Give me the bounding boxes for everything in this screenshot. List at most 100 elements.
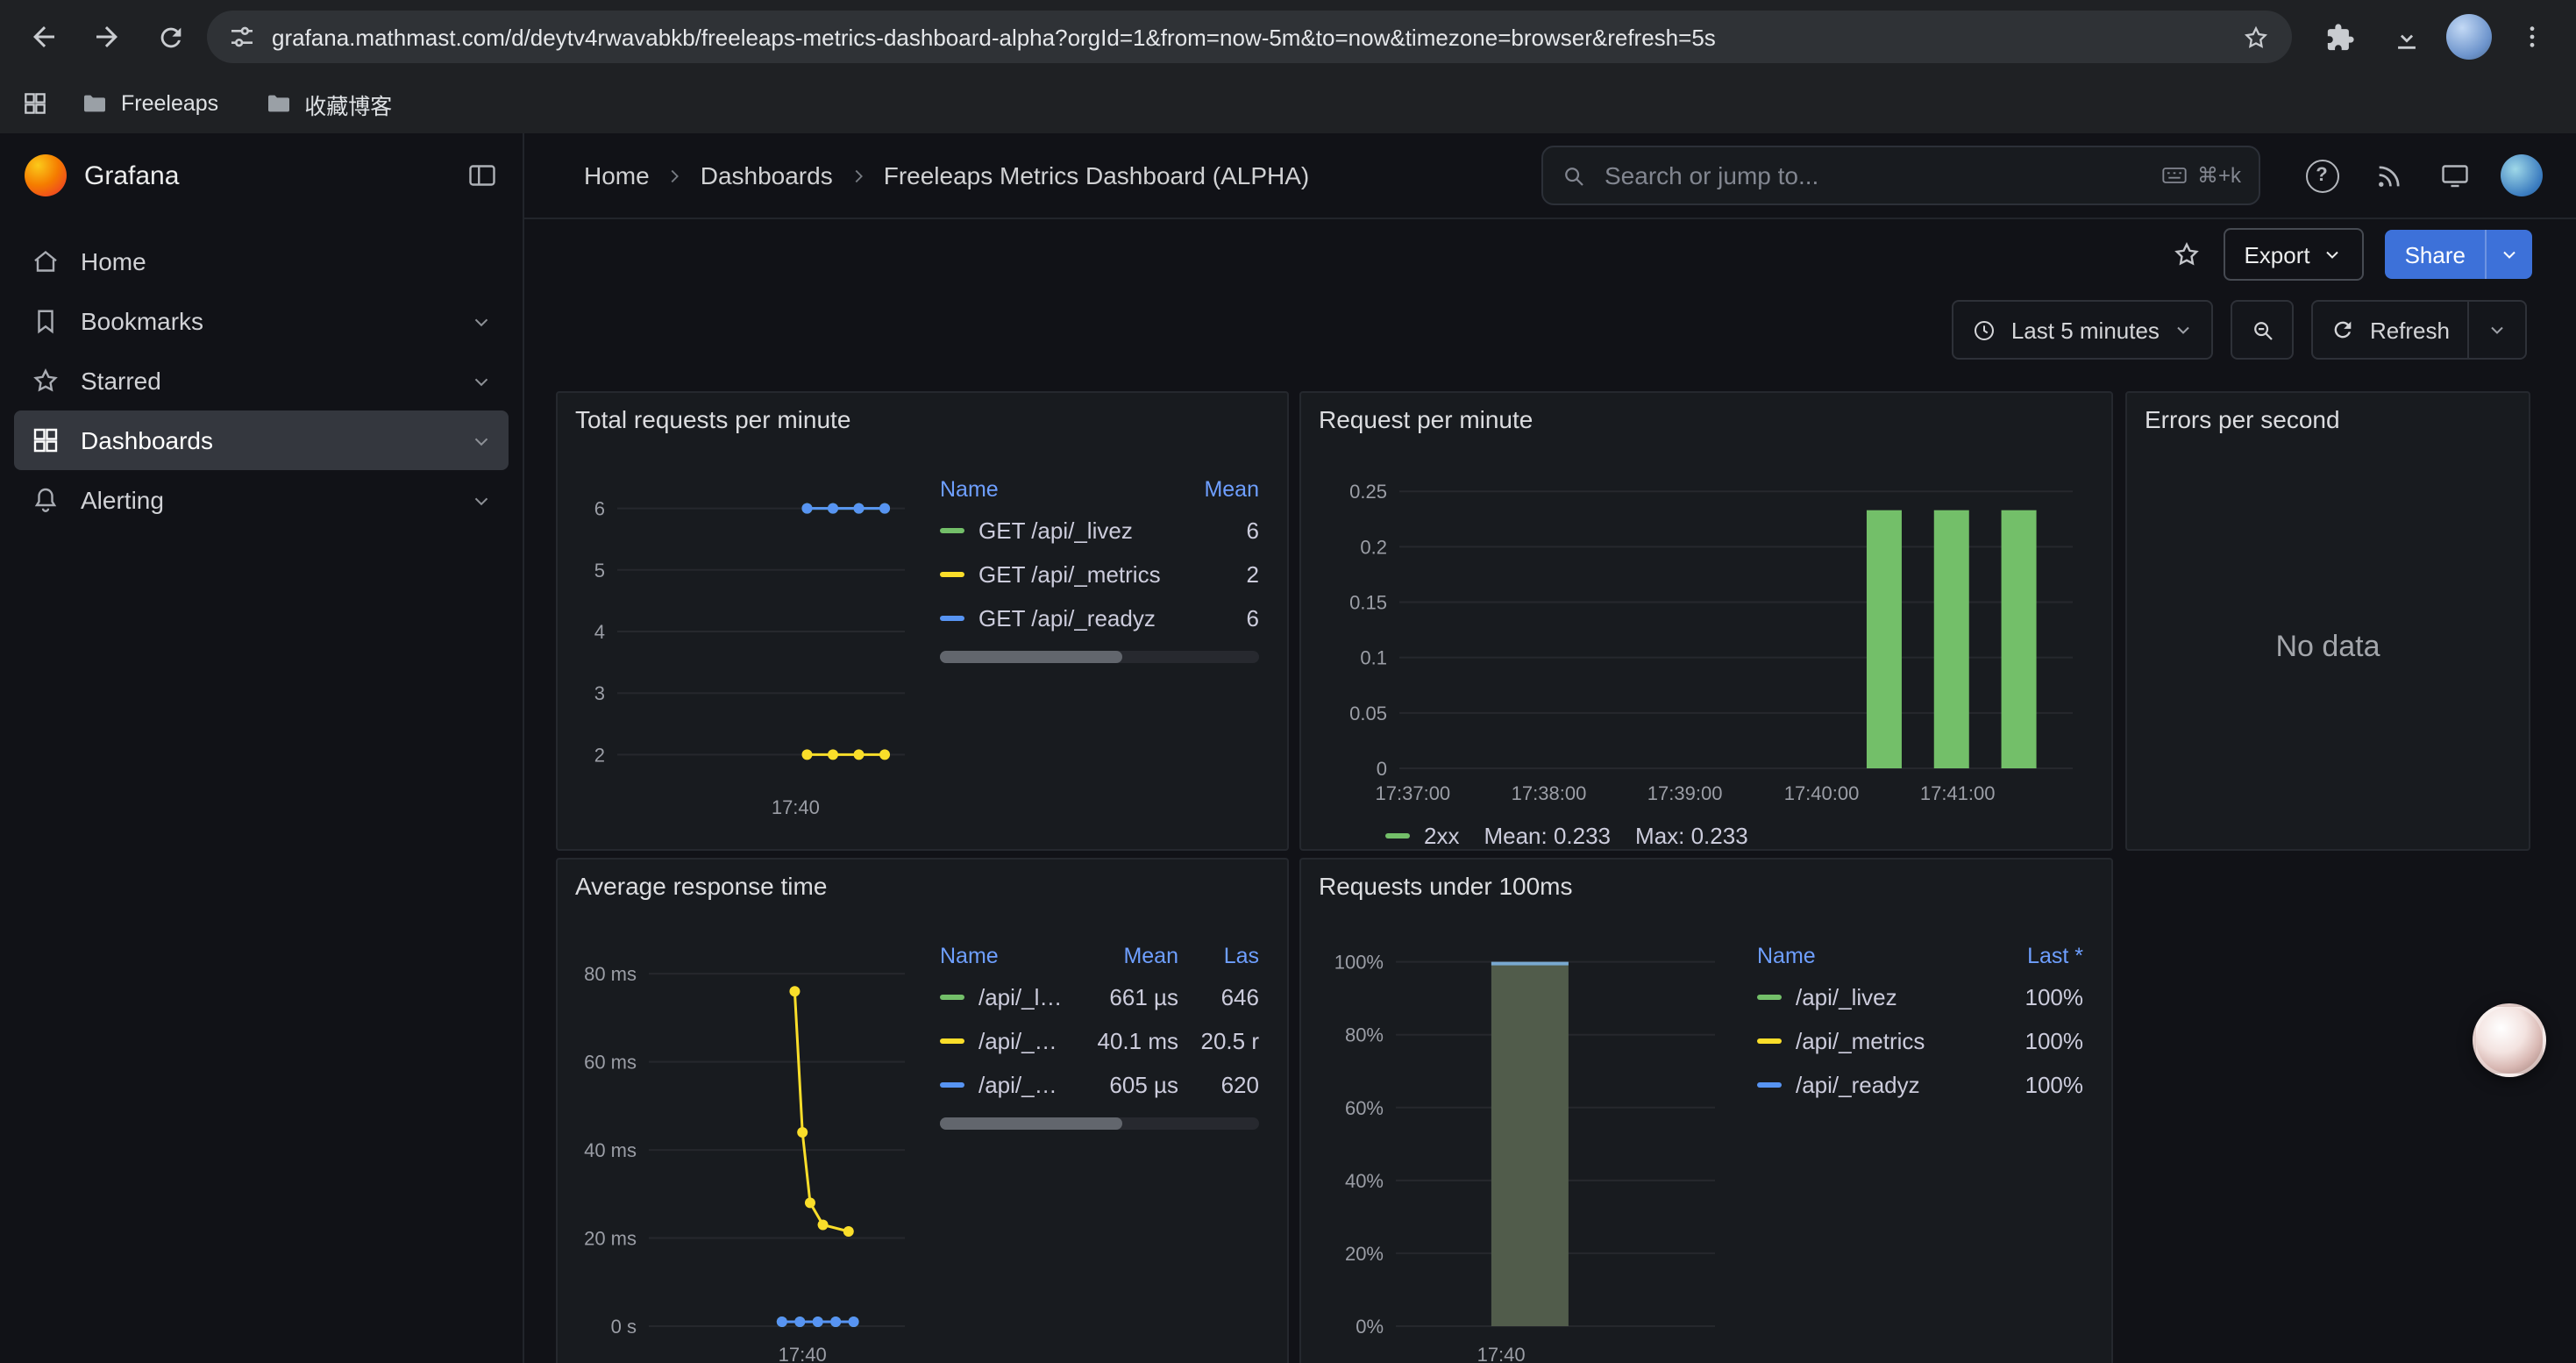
- header-icons: ?: [2274, 146, 2551, 205]
- news-button[interactable]: [2359, 146, 2418, 205]
- legend-col-name[interactable]: Name: [1757, 944, 1992, 968]
- series-name[interactable]: /api/_metrics: [1796, 1028, 1992, 1054]
- svg-text:17:38:00: 17:38:00: [1512, 782, 1587, 804]
- export-button[interactable]: Export: [2223, 228, 2364, 281]
- sidebar-toggle-button[interactable]: [466, 160, 498, 191]
- panel-title[interactable]: Request per minute: [1301, 393, 2111, 446]
- zoom-out-button[interactable]: [2231, 300, 2295, 360]
- browser-menu-button[interactable]: [2506, 11, 2558, 63]
- back-button[interactable]: [18, 11, 70, 63]
- series-name[interactable]: 2xx: [1424, 823, 1459, 849]
- downloads-button[interactable]: [2380, 11, 2432, 63]
- timeseries-chart[interactable]: 6543217:40: [572, 456, 915, 828]
- time-range-label: Last 5 minutes: [2011, 317, 2160, 343]
- svg-text:60 ms: 60 ms: [584, 1052, 637, 1074]
- legend-scrollbar[interactable]: [940, 1117, 1259, 1130]
- svg-text:17:40: 17:40: [1477, 1344, 1526, 1363]
- apps-grid-button[interactable]: [21, 89, 49, 118]
- search-input[interactable]: [1601, 160, 2146, 191]
- svg-text:6: 6: [594, 498, 605, 520]
- sidebar-item-home[interactable]: Home: [14, 232, 509, 291]
- help-icon: ?: [2305, 159, 2338, 192]
- sidebar-item-starred[interactable]: Starred: [14, 351, 509, 410]
- svg-text:40 ms: 40 ms: [584, 1139, 637, 1161]
- time-range-picker[interactable]: Last 5 minutes: [1952, 300, 2214, 360]
- grafana-logo[interactable]: [25, 154, 67, 196]
- forward-button[interactable]: [81, 11, 133, 63]
- refresh-icon[interactable]: [2331, 318, 2356, 342]
- panel-title[interactable]: Requests under 100ms: [1301, 860, 2111, 912]
- search-box[interactable]: ⌘+k: [1541, 146, 2260, 205]
- legend-row[interactable]: GET /api/_metrics 2: [933, 553, 1266, 596]
- series-name[interactable]: GET /api/_readyz: [978, 605, 1168, 632]
- series-last: 100%: [2006, 1028, 2083, 1054]
- home-icon: [30, 246, 61, 277]
- bookmark-folder-blogs[interactable]: 收藏博客: [250, 82, 406, 125]
- bar-chart[interactable]: 100%80%60%40%20%0%17:40: [1315, 923, 1733, 1363]
- series-color-dash: [1757, 995, 1782, 1000]
- sidebar-item-dashboards[interactable]: Dashboards: [14, 410, 509, 470]
- refresh-label[interactable]: Refresh: [2370, 317, 2450, 343]
- legend-row[interactable]: /api/_metrics 40.1 ms 20.5 r: [933, 1019, 1266, 1063]
- series-last: 100%: [2006, 984, 2083, 1010]
- bookmark-folder-label: 收藏博客: [304, 87, 392, 120]
- panel-toggle-icon: [466, 160, 498, 191]
- legend-row[interactable]: /api/_readyz 605 µs 620: [933, 1063, 1266, 1107]
- legend-col-mean[interactable]: Mean: [1077, 944, 1178, 968]
- legend-row[interactable]: /api/_livez 100%: [1750, 975, 2090, 1019]
- legend-row[interactable]: /api/_livez 661 µs 646: [933, 975, 1266, 1019]
- bookmark-folder-freeleaps[interactable]: Freeleaps: [67, 84, 232, 123]
- user-profile-button[interactable]: [2492, 146, 2551, 205]
- series-name[interactable]: GET /api/_metrics: [978, 561, 1168, 588]
- legend-col-name[interactable]: Name: [940, 477, 1168, 502]
- svg-text:17:39:00: 17:39:00: [1647, 782, 1723, 804]
- breadcrumb-dashboards[interactable]: Dashboards: [701, 161, 833, 189]
- search-icon: [1561, 162, 1587, 189]
- help-button[interactable]: ?: [2292, 146, 2352, 205]
- extensions-button[interactable]: [2313, 11, 2366, 63]
- svg-text:60%: 60%: [1345, 1097, 1384, 1119]
- svg-text:2: 2: [594, 744, 605, 766]
- bookmark-star-icon[interactable]: [2241, 22, 2271, 52]
- grid-icon: [21, 89, 49, 118]
- legend-col-name[interactable]: Name: [940, 944, 1063, 968]
- favorite-dashboard-button[interactable]: [2170, 239, 2202, 270]
- breadcrumb-home[interactable]: Home: [584, 161, 650, 189]
- series-name[interactable]: GET /api/_livez: [978, 517, 1168, 544]
- share-button[interactable]: Share: [2386, 230, 2485, 279]
- panel-title[interactable]: Average response time: [558, 860, 1287, 912]
- legend-col-mean[interactable]: Mean: [1182, 477, 1259, 502]
- legend-col-last[interactable]: Last *: [2006, 944, 2083, 968]
- svg-text:100%: 100%: [1334, 952, 1384, 974]
- series-name[interactable]: /api/_livez: [978, 984, 1063, 1010]
- legend-scrollbar[interactable]: [940, 651, 1259, 663]
- share-menu-button[interactable]: [2485, 230, 2532, 279]
- star-icon: [30, 365, 61, 396]
- sidebar-header: Grafana: [0, 133, 523, 218]
- legend-row[interactable]: /api/_readyz 100%: [1750, 1063, 2090, 1107]
- kiosk-mode-button[interactable]: [2425, 146, 2485, 205]
- panel-title[interactable]: Total requests per minute: [558, 393, 1287, 446]
- sidebar-item-bookmarks[interactable]: Bookmarks: [14, 291, 509, 351]
- url-bar[interactable]: grafana.mathmast.com/d/deytv4rwavabkb/fr…: [207, 11, 2292, 63]
- legend-row[interactable]: GET /api/_livez 6: [933, 509, 1266, 553]
- series-name[interactable]: /api/_readyz: [1796, 1072, 1992, 1098]
- browser-profile-avatar[interactable]: [2446, 14, 2492, 60]
- bar-chart[interactable]: 0.250.20.150.10.05017:37:0017:38:0017:39…: [1319, 453, 2090, 814]
- sidebar-nav: Home Bookmarks Starred Dashboards: [0, 218, 523, 544]
- sidebar-item-label: Starred: [81, 367, 161, 395]
- reload-button[interactable]: [144, 11, 196, 63]
- bookmarks-bar: Freeleaps 收藏博客: [0, 74, 2576, 133]
- legend-row[interactable]: GET /api/_readyz 6: [933, 596, 1266, 640]
- series-name[interactable]: /api/_livez: [1796, 984, 1992, 1010]
- series-name[interactable]: /api/_metrics: [978, 1028, 1063, 1054]
- legend-row[interactable]: /api/_metrics 100%: [1750, 1019, 2090, 1063]
- legend-col-last[interactable]: Las: [1192, 944, 1259, 968]
- floating-assistant-avatar[interactable]: [2473, 1003, 2546, 1077]
- panel-title[interactable]: Errors per second: [2127, 393, 2529, 446]
- timeseries-chart[interactable]: 80 ms60 ms40 ms20 ms0 s17:40: [572, 923, 915, 1363]
- sidebar-item-alerting[interactable]: Alerting: [14, 470, 509, 530]
- refresh-interval-menu[interactable]: [2487, 319, 2508, 340]
- series-name[interactable]: /api/_readyz: [978, 1072, 1063, 1098]
- svg-text:0 s: 0 s: [611, 1316, 637, 1338]
